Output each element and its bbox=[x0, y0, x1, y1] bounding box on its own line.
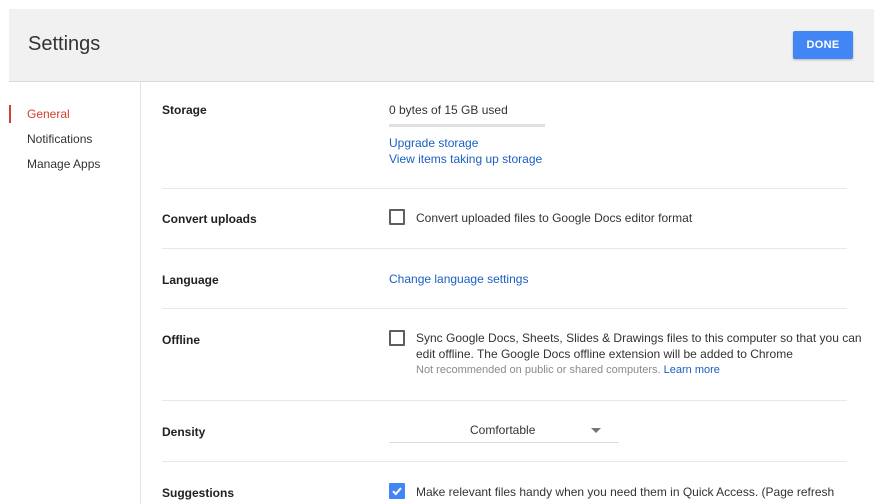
convert-uploads-checkbox[interactable] bbox=[389, 209, 405, 225]
storage-usage-text: 0 bytes of 15 GB used bbox=[389, 103, 508, 117]
settings-header: Settings DONE bbox=[9, 9, 874, 82]
density-selected-value: Comfortable bbox=[470, 423, 536, 437]
done-button[interactable]: DONE bbox=[793, 31, 853, 59]
divider bbox=[162, 188, 847, 189]
density-select[interactable]: Comfortable bbox=[389, 420, 619, 443]
offline-checkbox[interactable] bbox=[389, 330, 405, 346]
convert-uploads-label: Convert uploads bbox=[162, 212, 257, 226]
checkmark-icon bbox=[392, 487, 402, 496]
view-storage-items-link[interactable]: View items taking up storage bbox=[389, 152, 542, 166]
divider bbox=[162, 248, 847, 249]
active-nav-indicator bbox=[9, 105, 11, 123]
sidebar-item-manage-apps[interactable]: Manage Apps bbox=[27, 157, 100, 171]
offline-note: Not recommended on public or shared comp… bbox=[416, 364, 720, 376]
storage-label: Storage bbox=[162, 103, 207, 117]
offline-label: Offline bbox=[162, 333, 200, 347]
divider bbox=[162, 308, 847, 309]
storage-usage-bar bbox=[389, 124, 545, 127]
change-language-link[interactable]: Change language settings bbox=[389, 272, 528, 286]
divider bbox=[162, 400, 847, 401]
page-title: Settings bbox=[28, 33, 101, 55]
language-label: Language bbox=[162, 273, 219, 287]
density-label: Density bbox=[162, 425, 206, 439]
suggestions-text: Make relevant files handy when you need … bbox=[416, 485, 835, 499]
convert-uploads-text: Convert uploaded files to Google Docs ed… bbox=[416, 211, 693, 225]
divider bbox=[162, 461, 847, 462]
suggestions-checkbox[interactable] bbox=[389, 483, 405, 499]
dropdown-arrow-icon bbox=[591, 428, 601, 433]
offline-text-line2: edit offline. The Google Docs offline ex… bbox=[416, 347, 793, 361]
offline-text-line1: Sync Google Docs, Sheets, Slides & Drawi… bbox=[416, 331, 862, 345]
offline-note-text: Not recommended on public or shared comp… bbox=[416, 364, 661, 376]
sidebar-item-general[interactable]: General bbox=[27, 107, 70, 121]
upgrade-storage-link[interactable]: Upgrade storage bbox=[389, 136, 478, 150]
learn-more-link[interactable]: Learn more bbox=[664, 364, 720, 376]
suggestions-label: Suggestions bbox=[162, 486, 235, 500]
sidebar-item-notifications[interactable]: Notifications bbox=[27, 132, 92, 146]
